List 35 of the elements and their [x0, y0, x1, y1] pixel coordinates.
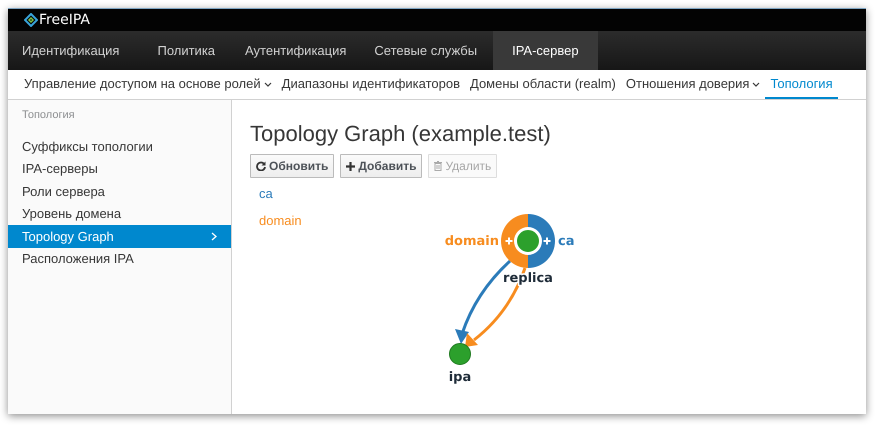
sidebar-heading: Топология [21, 109, 76, 123]
sidebar-item[interactable]: IPA-серверы [8, 158, 231, 180]
subnav-tab[interactable]: Управление доступом на основе ролей [19, 70, 277, 99]
sidebar-item[interactable]: Расположения IPA [8, 248, 231, 270]
nav-tab[interactable]: Аутентификация [233, 31, 362, 70]
nav-tab[interactable]: Идентификация [8, 31, 138, 70]
plus-icon[interactable] [504, 236, 514, 246]
plus-icon [346, 162, 356, 170]
freeipa-logo[interactable]: FreeIPA [24, 12, 90, 28]
subnav-tab[interactable]: Диапазоны идентификаторов [276, 70, 465, 99]
refresh-icon [256, 161, 266, 171]
server-node[interactable] [449, 343, 471, 365]
trash-icon [434, 161, 442, 171]
suffix-ring-segment[interactable] [528, 214, 555, 268]
nav-tab[interactable]: Политика [139, 31, 234, 70]
nav-tab[interactable]: IPA-сервер [493, 31, 598, 70]
subnav-tab[interactable]: Топология [765, 70, 838, 99]
nav-tab[interactable]: Сетевые службы [362, 31, 494, 70]
page-title: Topology Graph (example.test) [250, 121, 552, 148]
sidebar-item[interactable]: Роли сервера [8, 180, 231, 202]
subnav-tab[interactable]: Отношения доверия [620, 70, 766, 99]
suffix-label: ca [558, 234, 574, 249]
suffix-label: domain [444, 234, 499, 249]
subnav-tab[interactable]: Домены области (realm) [465, 70, 621, 99]
suffix-legend-item[interactable]: ca [259, 186, 273, 201]
refresh-button[interactable]: Обновить [250, 154, 334, 178]
sidebar-item[interactable]: Уровень домена [8, 202, 231, 225]
chevron-icon [211, 232, 217, 241]
logo-icon [24, 13, 38, 27]
suffix-ring-segment[interactable] [501, 214, 528, 268]
sidebar-item[interactable]: Суффиксы топологии [8, 135, 231, 158]
add-button[interactable]: Добавить [340, 154, 422, 178]
sidebar-item[interactable]: Topology Graph [8, 225, 231, 248]
node-label: ipa [448, 370, 472, 385]
plus-icon[interactable] [542, 236, 552, 246]
